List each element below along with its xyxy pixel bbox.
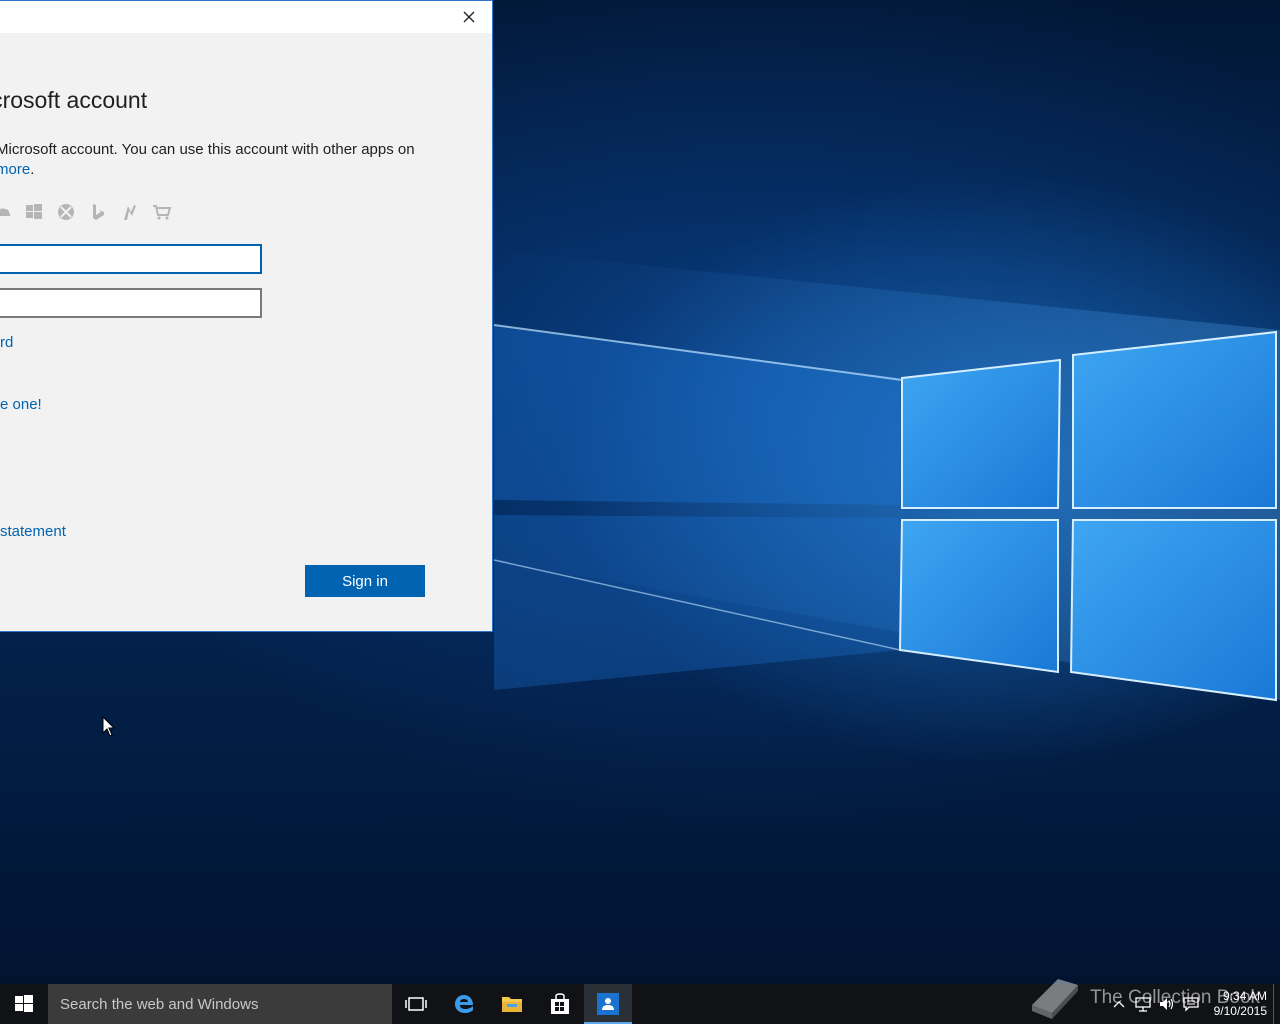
action-center-button[interactable] xyxy=(1179,984,1203,1024)
learn-more-link[interactable]: more xyxy=(0,161,30,178)
bing-icon xyxy=(88,202,108,222)
file-explorer-button[interactable] xyxy=(488,984,536,1024)
volume-icon xyxy=(1160,998,1174,1010)
dialog-titlebar xyxy=(0,1,492,33)
sign-in-button[interactable]: Sign in xyxy=(305,565,425,597)
people-app-button[interactable] xyxy=(584,984,632,1024)
network-button[interactable] xyxy=(1131,984,1155,1024)
password-field[interactable] xyxy=(0,288,262,318)
taskbar: Search the web and Windows 9:34 AM 9/10/… xyxy=(0,984,1280,1024)
email-field[interactable] xyxy=(0,244,262,274)
microsoft-account-dialog: icrosoft account Microsoft account. You … xyxy=(0,0,493,632)
action-center-icon xyxy=(1183,997,1199,1012)
store-icon xyxy=(152,202,172,222)
msn-icon xyxy=(120,202,140,222)
chevron-up-icon xyxy=(1113,1001,1125,1008)
edge-button[interactable] xyxy=(440,984,488,1024)
network-icon xyxy=(1135,997,1151,1012)
store-button[interactable] xyxy=(536,984,584,1024)
edge-icon xyxy=(455,995,473,1013)
store-icon xyxy=(551,993,569,1014)
task-view-button[interactable] xyxy=(392,984,440,1024)
forgot-password-link[interactable]: rd xyxy=(0,334,13,351)
close-button[interactable] xyxy=(454,5,484,29)
description-suffix: . xyxy=(30,161,35,178)
people-app-icon xyxy=(597,993,619,1015)
close-icon xyxy=(463,11,475,23)
taskbar-clock[interactable]: 9:34 AM 9/10/2015 xyxy=(1203,984,1273,1024)
description-line: Microsoft account. You can use this acco… xyxy=(0,141,415,158)
show-hidden-icons-button[interactable] xyxy=(1107,984,1131,1024)
clock-date: 9/10/2015 xyxy=(1213,1004,1267,1018)
file-explorer-icon xyxy=(502,997,522,1012)
search-placeholder: Search the web and Windows xyxy=(60,995,259,1013)
service-icons-row xyxy=(0,201,172,223)
create-account-link[interactable]: e one! xyxy=(0,396,42,413)
mouse-cursor-icon xyxy=(102,716,116,737)
dialog-heading: icrosoft account xyxy=(0,87,148,113)
privacy-statement-link[interactable]: statement xyxy=(0,523,66,540)
clock-time: 9:34 AM xyxy=(1222,989,1267,1003)
volume-button[interactable] xyxy=(1155,984,1179,1024)
taskbar-search-box[interactable]: Search the web and Windows xyxy=(48,984,392,1024)
task-view-icon xyxy=(405,997,427,1011)
xbox-icon xyxy=(56,202,76,222)
dialog-description: Microsoft account. You can use this acco… xyxy=(0,140,456,180)
windows-icon xyxy=(24,202,44,222)
start-button[interactable] xyxy=(0,984,48,1024)
show-desktop-button[interactable] xyxy=(1273,984,1280,1024)
windows-start-icon xyxy=(15,995,33,1012)
system-tray: 9:34 AM 9/10/2015 xyxy=(1107,984,1280,1024)
onedrive-icon xyxy=(0,202,12,222)
